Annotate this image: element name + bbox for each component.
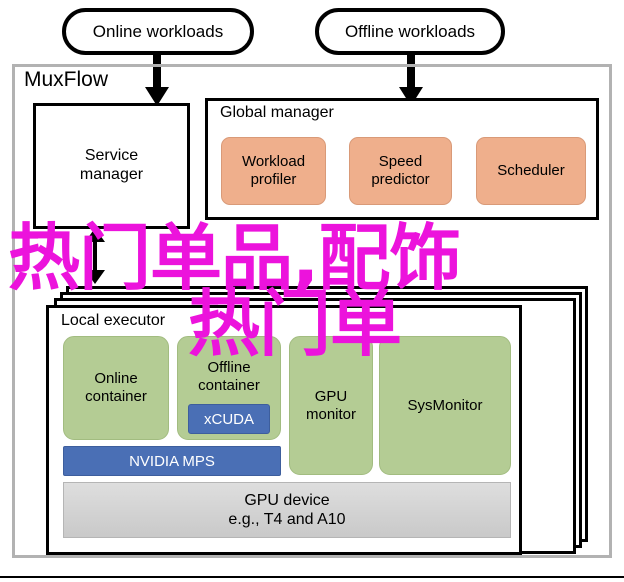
workload-pill-offline: Offline workloads [315, 8, 505, 55]
service-manager-box: Service manager [33, 103, 190, 229]
online-container-line1: Online [94, 370, 138, 387]
sysmonitor-label: SysMonitor [407, 396, 483, 414]
gpu-monitor-line1: GPU [314, 387, 348, 405]
nvidia-mps-box: NVIDIA MPS [63, 446, 281, 476]
module-workload-profiler-line2: profiler [250, 171, 297, 188]
gpu-device-line1: GPU device [244, 491, 330, 509]
module-speed-predictor-line2: predictor [371, 171, 430, 188]
xcuda-box: xCUDA [188, 404, 270, 434]
gpu-device-box: GPU device e.g., T4 and A10 [63, 482, 511, 538]
muxflow-title: MuxFlow [24, 68, 109, 91]
module-scheduler-line1: Scheduler [497, 162, 565, 180]
module-workload-profiler: Workload profiler [221, 137, 326, 205]
sysmonitor-box: SysMonitor [379, 336, 511, 475]
offline-container-line2: container [198, 377, 260, 394]
bottom-divider [0, 576, 624, 578]
global-manager-box: Global manager Workload profiler Speed p… [205, 98, 599, 220]
module-workload-profiler-line1: Workload [241, 153, 306, 171]
module-speed-predictor-line1: Speed [378, 153, 423, 171]
gpu-device-line2: e.g., T4 and A10 [228, 511, 346, 528]
gpu-monitor-box: GPU monitor [289, 336, 373, 475]
service-manager-label-line2: manager [79, 166, 144, 183]
module-scheduler: Scheduler [476, 137, 586, 205]
workload-pill-online-label: Online workloads [92, 21, 224, 41]
module-speed-predictor: Speed predictor [349, 137, 452, 205]
diagram-canvas: Online workloads Offline workloads MuxFl… [0, 0, 624, 582]
workload-pill-offline-label: Offline workloads [344, 21, 476, 41]
arrow-bidirectional-icon [85, 228, 105, 284]
online-container-box: Online container [63, 336, 169, 440]
gpu-monitor-line2: monitor [305, 405, 357, 423]
service-manager-label-line1: Service [84, 147, 139, 165]
workload-pill-online: Online workloads [62, 8, 254, 55]
nvidia-mps-label: NVIDIA MPS [129, 452, 215, 470]
offline-container-line1: Offline [207, 359, 251, 376]
global-manager-label: Global manager [220, 104, 334, 121]
local-executor-label: Local executor [61, 312, 166, 329]
online-container-line2: container [85, 388, 147, 405]
local-executor-box: Local executor Online container Offline … [46, 305, 522, 555]
xcuda-label: xCUDA [203, 410, 254, 428]
